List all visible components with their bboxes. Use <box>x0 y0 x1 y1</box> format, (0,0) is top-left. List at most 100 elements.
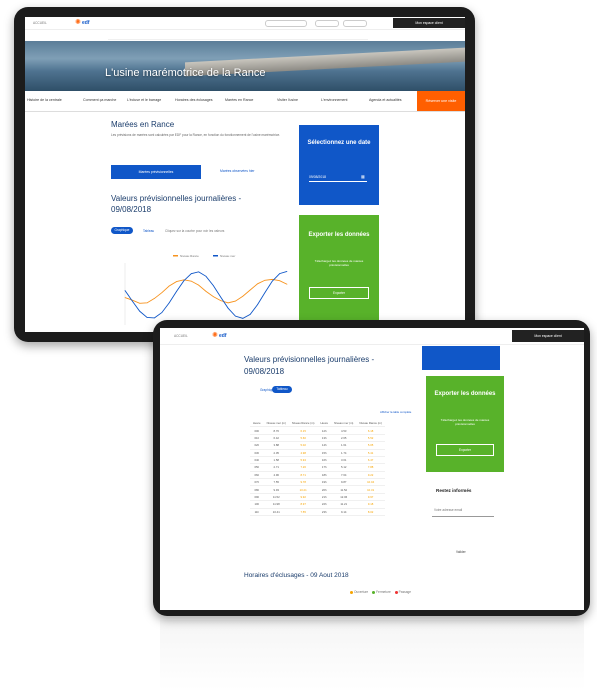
series-point[interactable] <box>205 290 207 292</box>
series-point[interactable] <box>176 290 177 292</box>
export-button[interactable]: Exporter <box>309 287 369 299</box>
header-link-2[interactable]: ACCUEIL <box>174 334 188 338</box>
series-point[interactable] <box>264 292 266 294</box>
nav-item-marees[interactable]: Marées en Rance <box>225 98 253 102</box>
table-cell: 6.47 <box>356 456 385 465</box>
table-cell: 12.06 <box>331 493 357 502</box>
series-point[interactable] <box>146 317 148 318</box>
nav-item-horaires[interactable]: Horaires des éclusages <box>175 98 213 102</box>
series-point[interactable] <box>132 300 133 302</box>
series-point[interactable] <box>161 292 163 294</box>
series-point[interactable] <box>242 295 244 297</box>
series-point[interactable] <box>124 290 126 291</box>
table-cell: 1.58 <box>263 456 289 465</box>
table-cell: 5.12 <box>331 463 357 472</box>
table-note[interactable]: Afficher la table complète <box>380 410 411 414</box>
legend-passage: Passage <box>398 590 412 594</box>
series-point[interactable] <box>213 296 214 298</box>
tab-tableau[interactable]: Tableau <box>143 229 154 233</box>
table-cell: 5.41 <box>356 449 385 457</box>
device-frame-bottom: ACCUEIL ✺ edf Mon espace client Valeurs … <box>153 320 590 616</box>
series-line-1[interactable] <box>124 270 288 319</box>
series-point[interactable] <box>124 297 126 298</box>
newsletter-submit[interactable]: Valider <box>456 550 466 554</box>
tab-tableau-2[interactable]: Tableau <box>272 386 292 393</box>
series-point[interactable] <box>227 302 229 304</box>
series-point[interactable] <box>168 302 170 304</box>
edf-logo-2[interactable]: ✺ edf <box>212 332 227 340</box>
series-point[interactable] <box>190 280 192 282</box>
date-input[interactable]: 09/08/2018 <box>309 175 367 182</box>
export-button-2[interactable]: Exporter <box>436 444 494 456</box>
series-point[interactable] <box>286 271 288 272</box>
table-cell: 11.98 <box>263 500 289 509</box>
series-point[interactable] <box>279 273 280 274</box>
nav-item-ecluse[interactable]: L'écluse et le barrage <box>127 98 161 102</box>
nav-item-agenda[interactable]: Agenda et actualités <box>369 98 402 102</box>
series-point[interactable] <box>205 275 207 277</box>
espace-client-button[interactable]: Mon espace client <box>393 18 465 28</box>
nav-item-histoire[interactable]: Histoire de la centrale <box>27 98 62 102</box>
series-point[interactable] <box>190 273 192 274</box>
series-point[interactable] <box>213 285 214 286</box>
calendar-icon[interactable]: ▦ <box>361 174 365 179</box>
export-card-title: Exporter les données <box>308 232 370 238</box>
table-header-cell: Heure <box>250 420 264 428</box>
series-point[interactable] <box>264 279 266 281</box>
series-point[interactable] <box>257 304 258 305</box>
newsletter-email-field[interactable] <box>432 512 494 517</box>
table-cell: 07h <box>250 478 264 487</box>
series-point[interactable] <box>227 307 229 309</box>
series-point[interactable] <box>139 302 141 304</box>
series-point[interactable] <box>257 283 258 285</box>
eclusage-title: Horaires d'éclusages - 09 Aout 2018 <box>244 572 349 579</box>
series-point[interactable] <box>183 280 185 282</box>
series-point[interactable] <box>198 271 199 273</box>
series-point[interactable] <box>139 310 141 312</box>
series-point[interactable] <box>249 289 251 291</box>
table-row: 02h 3.88 5.02 14h 1.61 5.05 <box>250 441 385 450</box>
table-cell: 01h <box>250 434 264 443</box>
table-cell: 10.41 <box>263 508 289 516</box>
series-point[interactable] <box>154 317 155 319</box>
series-point[interactable] <box>235 315 236 317</box>
series-point[interactable] <box>271 280 273 282</box>
series-point[interactable] <box>198 284 199 286</box>
marees-previsionnelles-button[interactable]: Marées prévisionnelles <box>111 165 201 179</box>
series-point[interactable] <box>242 318 244 319</box>
table-cell: 2.71 <box>263 463 289 472</box>
lang-select[interactable] <box>315 20 339 27</box>
table-cell: 17h <box>317 463 332 472</box>
contact-link[interactable] <box>343 20 367 27</box>
series-point[interactable] <box>161 312 163 313</box>
table-cell: 08h <box>250 485 264 494</box>
table-cell: 11.21 <box>331 500 357 509</box>
edf-logo[interactable]: ✺ edf <box>75 19 90 27</box>
nav-item-visiter[interactable]: Visiter l'usine <box>277 98 298 102</box>
series-point[interactable] <box>235 300 236 302</box>
series-point[interactable] <box>176 281 177 282</box>
search-input[interactable] <box>265 20 307 27</box>
reserver-button[interactable]: Réserver une visite <box>417 91 465 111</box>
logo-text: edf <box>82 20 90 26</box>
table-header-cell: Niveau mer (m) <box>263 420 289 428</box>
table-cell: 20h <box>317 485 332 494</box>
series-point[interactable] <box>154 298 155 299</box>
series-point[interactable] <box>286 283 288 285</box>
table-cell: 23h <box>317 508 332 516</box>
tab-graphique[interactable]: Graphique <box>111 227 133 234</box>
series-point[interactable] <box>271 279 273 280</box>
series-point[interactable] <box>146 302 148 304</box>
table-header-cell: Niveau mer (m) <box>331 420 357 428</box>
series-point[interactable] <box>220 300 222 301</box>
series-point[interactable] <box>249 314 251 315</box>
espace-client-button-2[interactable]: Mon espace client <box>512 330 584 342</box>
nav-item-environnement[interactable]: L'environnement <box>321 98 347 102</box>
header-link[interactable]: ACCUEIL <box>33 21 47 25</box>
marees-observees-link[interactable]: Marées observées hier <box>220 169 255 173</box>
series-point[interactable] <box>168 285 170 287</box>
nav-item-comment[interactable]: Comment ça marche <box>83 98 116 102</box>
series-point[interactable] <box>220 296 222 298</box>
series-point[interactable] <box>279 280 280 282</box>
table-cell: 9.22 <box>356 471 385 480</box>
